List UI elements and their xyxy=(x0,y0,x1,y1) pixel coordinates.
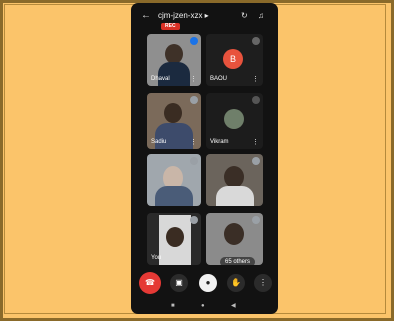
participant-name: Dhaval xyxy=(151,76,170,82)
participant-tile[interactable]: B BAOU ⋮ xyxy=(206,34,263,86)
participant-tile[interactable]: Dhaval ⋮ xyxy=(147,34,201,86)
arrow-left-icon[interactable]: ← xyxy=(141,11,151,21)
back-icon[interactable]: ◀ xyxy=(231,303,236,310)
participant-video xyxy=(165,44,183,64)
more-vert-icon[interactable]: ⋮ xyxy=(190,76,197,83)
meeting-code[interactable]: cjm-jzen-xzx ▸ xyxy=(158,11,209,20)
recent-apps-icon[interactable]: ■ xyxy=(171,303,175,310)
more-vert-icon[interactable]: ⋮ xyxy=(252,139,259,146)
participant-tile[interactable]: You xyxy=(147,213,201,265)
participant-name: You xyxy=(151,255,162,261)
participant-video xyxy=(224,166,244,188)
participant-tile[interactable]: Vikram ⋮ xyxy=(206,93,263,149)
participant-tile[interactable] xyxy=(147,154,201,206)
mic-off-icon xyxy=(190,157,198,165)
participant-tile[interactable] xyxy=(206,154,263,206)
phone-hangup-icon[interactable]: ☎ xyxy=(139,272,161,294)
participant-video xyxy=(166,227,184,247)
rec-badge: REC xyxy=(161,23,180,30)
home-icon[interactable]: ● xyxy=(201,303,205,310)
avatar: B xyxy=(223,49,243,69)
participant-video xyxy=(164,103,182,123)
mic-off-icon xyxy=(252,37,260,45)
more-vert-icon[interactable]: ⋮ xyxy=(254,274,272,292)
call-controls: ☎ ▣ ● ✋ ⋮ xyxy=(131,271,278,297)
more-vert-icon[interactable]: ⋮ xyxy=(252,76,259,83)
participant-tile[interactable]: 65 others xyxy=(206,213,263,265)
participant-name: Vikram xyxy=(210,139,229,145)
raise-hand-icon[interactable]: ✋ xyxy=(227,274,245,292)
camera-switch-icon[interactable]: ↻ xyxy=(241,12,248,20)
participant-name: BAOU xyxy=(210,76,228,82)
mic-off-icon xyxy=(190,96,198,104)
mic-icon[interactable]: ● xyxy=(199,274,217,292)
others-count[interactable]: 65 others xyxy=(220,257,256,265)
meeting-header: ← cjm-jzen-xzx ▸ REC ↻ ♫ xyxy=(131,3,278,30)
speaking-icon xyxy=(190,37,198,45)
speaker-icon[interactable]: ♫ xyxy=(258,12,264,20)
android-navbar: ■ ● ◀ xyxy=(131,300,278,314)
mic-off-icon xyxy=(252,216,260,224)
participant-video xyxy=(224,223,244,245)
participant-shirt xyxy=(155,186,193,206)
participant-video xyxy=(224,109,244,129)
mic-off-icon xyxy=(190,216,198,224)
phone-screen: ← cjm-jzen-xzx ▸ REC ↻ ♫ Dhaval ⋮ B BAOU… xyxy=(131,3,278,314)
camera-icon[interactable]: ▣ xyxy=(170,274,188,292)
participant-tile[interactable]: Sadiu ⋮ xyxy=(147,93,201,149)
participant-name: Sadiu xyxy=(151,139,167,145)
more-vert-icon[interactable]: ⋮ xyxy=(190,139,197,146)
mic-off-icon xyxy=(252,157,260,165)
mic-off-icon xyxy=(252,96,260,104)
participant-shirt xyxy=(216,186,254,206)
